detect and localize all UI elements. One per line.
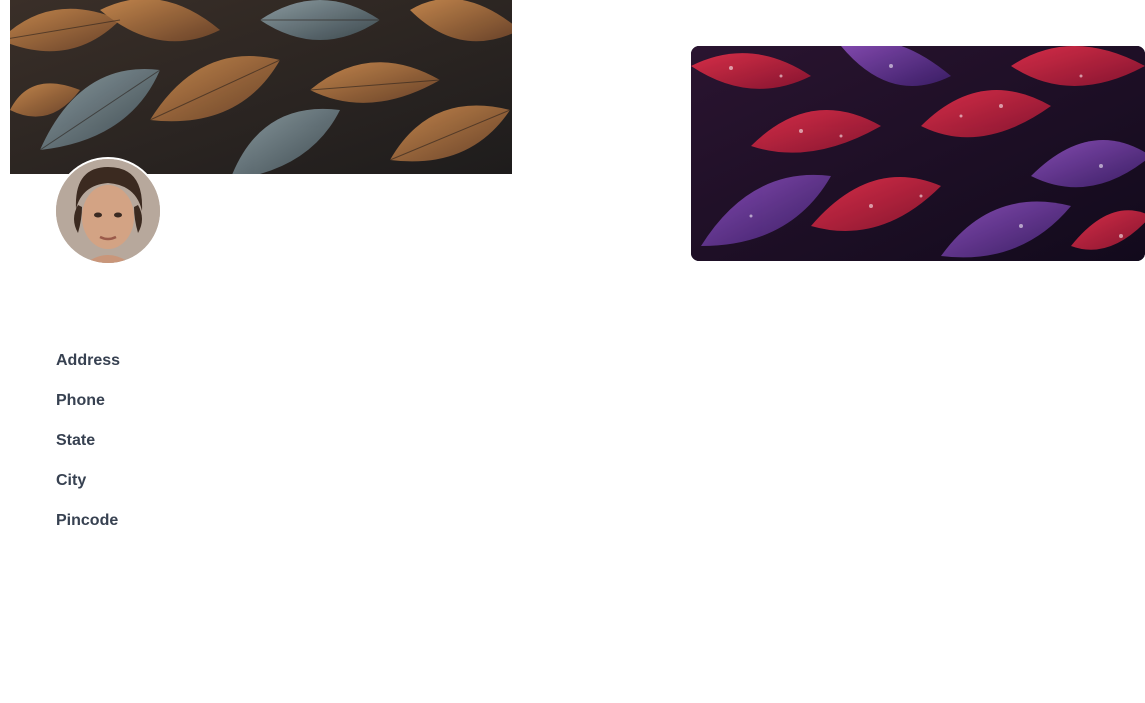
profile-page: Address Phone State City Pincode John Do… xyxy=(0,0,1145,703)
profile-details-list: Address Phone State City Pincode xyxy=(56,349,120,549)
address-label: Address xyxy=(56,352,121,369)
pincode-label: Pincode xyxy=(56,512,119,529)
profile-name: John Doe xyxy=(842,269,924,291)
state-label: State xyxy=(56,432,96,449)
right-cover-image xyxy=(691,46,1145,261)
phone-label: Phone xyxy=(56,392,105,409)
avatar xyxy=(54,157,162,265)
left-cover-image xyxy=(10,0,512,174)
city-label: City xyxy=(56,472,87,489)
